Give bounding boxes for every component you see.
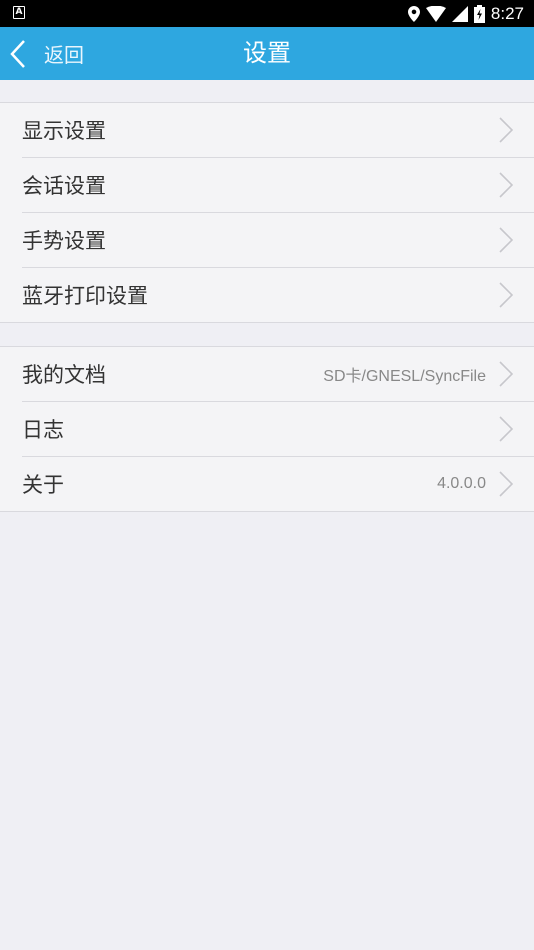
location-icon xyxy=(407,5,420,22)
chevron-right-icon xyxy=(499,281,514,308)
row-label: 关于 xyxy=(22,472,64,497)
row-label: 我的文档 xyxy=(22,363,106,387)
settings-row-about[interactable]: 关于 4.0.0.0 xyxy=(0,456,534,511)
chevron-right-icon xyxy=(499,171,514,198)
wifi-icon xyxy=(425,5,446,22)
chevron-right-icon xyxy=(499,415,514,442)
settings-row-bluetooth-print[interactable]: 蓝牙打印设置 xyxy=(0,267,534,322)
chevron-right-icon xyxy=(499,117,514,143)
back-button[interactable]: 返回 xyxy=(10,27,84,80)
settings-group-1: 显示设置 会话设置 手势设置 蓝牙打印设置 xyxy=(0,102,534,323)
clock: 8:27 xyxy=(490,3,524,23)
signal-icon xyxy=(451,5,468,22)
chevron-right-icon xyxy=(499,226,514,253)
row-value: SD卡/GNESL/SyncFile xyxy=(323,368,486,385)
app-bar: 设置 返回 xyxy=(0,27,534,80)
settings-group-2: 我的文档 SD卡/GNESL/SyncFile 日志 关于 4.0.0.0 xyxy=(0,346,534,512)
settings-row-display[interactable]: 显示设置 xyxy=(0,103,534,157)
chevron-left-icon xyxy=(10,39,25,68)
row-label: 蓝牙打印设置 xyxy=(22,283,148,308)
row-label: 会话设置 xyxy=(22,173,106,198)
back-label: 返回 xyxy=(44,43,84,67)
settings-row-log[interactable]: 日志 xyxy=(0,401,534,456)
status-icons: 8:27 xyxy=(407,0,524,27)
battery-icon xyxy=(473,4,485,23)
row-value: 4.0.0.0 xyxy=(437,474,486,492)
chevron-right-icon xyxy=(499,470,514,497)
row-label: 显示设置 xyxy=(22,119,106,143)
settings-row-session[interactable]: 会话设置 xyxy=(0,157,534,212)
settings-row-my-documents[interactable]: 我的文档 SD卡/GNESL/SyncFile xyxy=(0,347,534,401)
row-label: 日志 xyxy=(22,417,64,442)
notification-app-icon: A xyxy=(13,6,25,19)
row-label: 手势设置 xyxy=(22,228,106,253)
chevron-right-icon xyxy=(499,361,514,387)
status-bar: A 8:27 xyxy=(0,0,534,27)
settings-row-gesture[interactable]: 手势设置 xyxy=(0,212,534,267)
